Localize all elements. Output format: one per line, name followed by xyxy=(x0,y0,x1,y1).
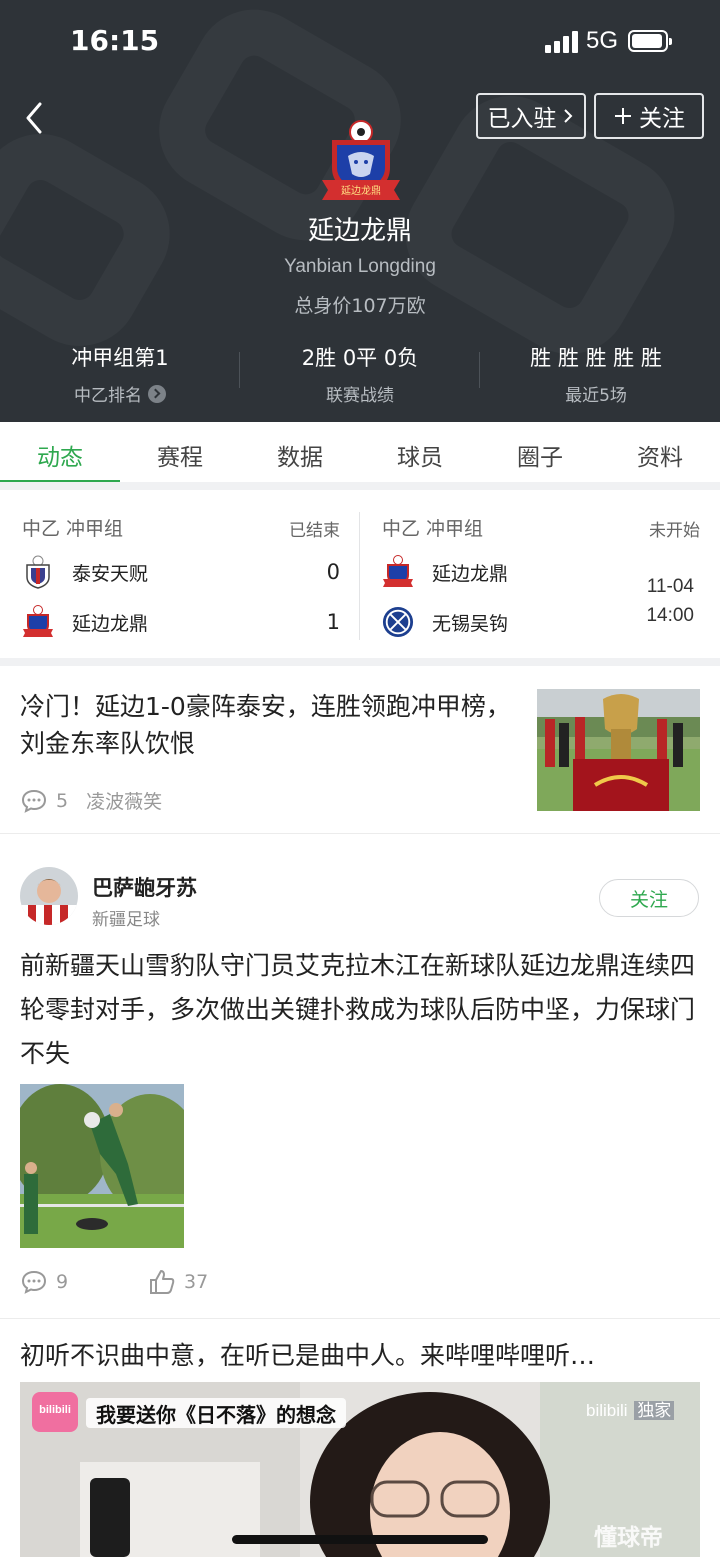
taian-logo-icon xyxy=(26,555,50,589)
tab-players[interactable]: 球员 xyxy=(360,422,480,482)
battery-icon xyxy=(628,30,672,52)
avatar[interactable] xyxy=(20,867,78,925)
comment-icon[interactable] xyxy=(20,1269,48,1295)
thumbs-up-icon xyxy=(150,1270,175,1294)
yanbian-logo-icon xyxy=(383,555,413,587)
yanbian-logo-icon xyxy=(23,605,53,637)
team-name-en: Yanbian Longding xyxy=(284,256,436,277)
stat-record-value: 2胜 0平 0负 xyxy=(301,346,419,370)
tab-bar: 动态 赛程 数据 球员 圈子 资料 xyxy=(0,422,720,483)
match-away-score: 1 xyxy=(326,610,340,634)
news-thumbnail[interactable] xyxy=(537,689,700,811)
network-label: 5G xyxy=(586,27,619,54)
video-caption: 我要送你《日不落》的想念 xyxy=(86,1398,346,1428)
joined-button[interactable]: 已入驻 xyxy=(476,93,586,139)
stat-form: 胜 胜 胜 胜 胜 最近5场 xyxy=(476,342,716,406)
match-date: 11-04 xyxy=(646,576,694,597)
section-separator xyxy=(0,658,720,666)
team-header: 16:15 5G 已入驻 关注 延边龙鼎 延边龙鼎 Yanbian Longdi… xyxy=(0,0,720,422)
wuxi-logo-icon xyxy=(382,606,414,638)
stat-record: 2胜 0平 0负 联赛战绩 xyxy=(240,342,480,406)
news-meta: 5 凌波薇笑 xyxy=(20,787,162,814)
match-home-team: 延边龙鼎 xyxy=(382,554,508,590)
post-likes[interactable]: 37 xyxy=(148,1268,208,1296)
stat-record-label: 联赛战绩 xyxy=(326,386,394,406)
status-time: 16:15 xyxy=(70,24,160,57)
match-away-name: 延边龙鼎 xyxy=(72,612,149,635)
tab-schedule[interactable]: 赛程 xyxy=(120,422,240,482)
plus-icon xyxy=(615,108,631,124)
signal-icon xyxy=(545,31,579,53)
stat-rank[interactable]: 冲甲组第1 中乙排名 xyxy=(0,342,240,406)
match-home-team: 泰安天贶 xyxy=(22,554,148,590)
exclusive-badge: 独家 xyxy=(634,1401,675,1420)
match-status: 已结束 xyxy=(289,521,340,541)
stat-form-label: 最近5场 xyxy=(565,386,627,406)
news-author: 凌波薇笑 xyxy=(86,791,163,813)
chevron-circle-icon xyxy=(148,384,166,403)
match-home-score: 0 xyxy=(326,560,340,584)
tab-community[interactable]: 圈子 xyxy=(480,422,600,482)
app-watermark: 懂球帝 xyxy=(594,1525,663,1551)
tab-info[interactable]: 资料 xyxy=(600,422,720,482)
tab-stats[interactable]: 数据 xyxy=(240,422,360,482)
follow-team-label: 关注 xyxy=(639,106,685,132)
stat-rank-value: 冲甲组第1 xyxy=(71,346,169,370)
news-title: 冷门！延边1-0豪阵泰安，连胜领跑冲甲榜，刘金东率队饮恨 xyxy=(20,692,511,758)
video-brand-text: bilibili xyxy=(586,1401,628,1420)
tab-feed[interactable]: 动态 xyxy=(0,422,120,483)
video-post-title[interactable]: 初听不识曲中意，在听已是曲中人。来哔哩哔哩听… xyxy=(20,1336,700,1372)
stat-rank-label: 中乙排名 xyxy=(74,386,142,406)
post-like-count: 37 xyxy=(184,1271,209,1293)
stat-form-value: 胜 胜 胜 胜 胜 xyxy=(530,346,662,370)
back-button[interactable] xyxy=(18,98,54,138)
video-brand-watermark: bilibili 独家 xyxy=(586,1396,675,1421)
match-card-finished[interactable]: 中乙 冲甲组 已结束 泰安天贶 0 延边龙鼎 1 xyxy=(0,500,360,656)
match-league: 中乙 冲甲组 xyxy=(382,518,484,540)
match-card-upcoming[interactable]: 中乙 冲甲组 未开始 延边龙鼎 无锡吴钩 11-04 14:00 xyxy=(360,500,720,656)
post-author[interactable]: 巴萨龅牙苏 xyxy=(92,872,197,902)
chevron-right-icon xyxy=(563,109,572,123)
team-name: 延边龙鼎 xyxy=(307,216,412,246)
match-league: 中乙 冲甲组 xyxy=(22,518,124,540)
home-indicator[interactable] xyxy=(232,1535,488,1544)
post-image[interactable] xyxy=(20,1084,184,1248)
divider xyxy=(0,1318,720,1319)
follow-user-button[interactable]: 关注 xyxy=(599,879,699,917)
team-logo: 延边龙鼎 xyxy=(318,118,404,206)
news-comment-count: 5 xyxy=(56,789,69,812)
chevron-left-icon xyxy=(26,102,42,134)
match-away-name: 无锡吴钩 xyxy=(432,612,509,635)
match-kickoff: 11-04 14:00 xyxy=(646,572,694,630)
video-player[interactable]: bilibili 我要送你《日不落》的想念 bilibili 独家 懂球帝 xyxy=(20,1382,700,1557)
team-market-value: 总身价107万欧 xyxy=(294,295,426,317)
match-status: 未开始 xyxy=(649,521,700,541)
post-comment-count: 9 xyxy=(56,1271,69,1293)
match-home-name: 泰安天贶 xyxy=(72,562,149,585)
match-away-team: 无锡吴钩 xyxy=(382,604,508,640)
match-time: 14:00 xyxy=(646,605,694,626)
match-home-name: 延边龙鼎 xyxy=(432,562,509,585)
match-away-team: 延边龙鼎 xyxy=(22,604,148,640)
post-author-tag: 新疆足球 xyxy=(92,910,160,930)
comment-icon xyxy=(21,789,47,813)
status-bar: 16:15 5G xyxy=(0,0,720,80)
post-text[interactable]: 前新疆天山雪豹队守门员艾克拉木江在新球队延边龙鼎连续四轮零封对手，多次做出关键扑… xyxy=(20,944,706,1076)
post-meta: 9 xyxy=(20,1269,68,1295)
section-separator xyxy=(0,482,720,490)
joined-label: 已入驻 xyxy=(487,106,557,132)
divider xyxy=(0,833,720,834)
follow-team-button[interactable]: 关注 xyxy=(594,93,704,139)
bilibili-logo: bilibili xyxy=(39,1404,71,1416)
logo-banner-text: 延边龙鼎 xyxy=(341,184,381,197)
